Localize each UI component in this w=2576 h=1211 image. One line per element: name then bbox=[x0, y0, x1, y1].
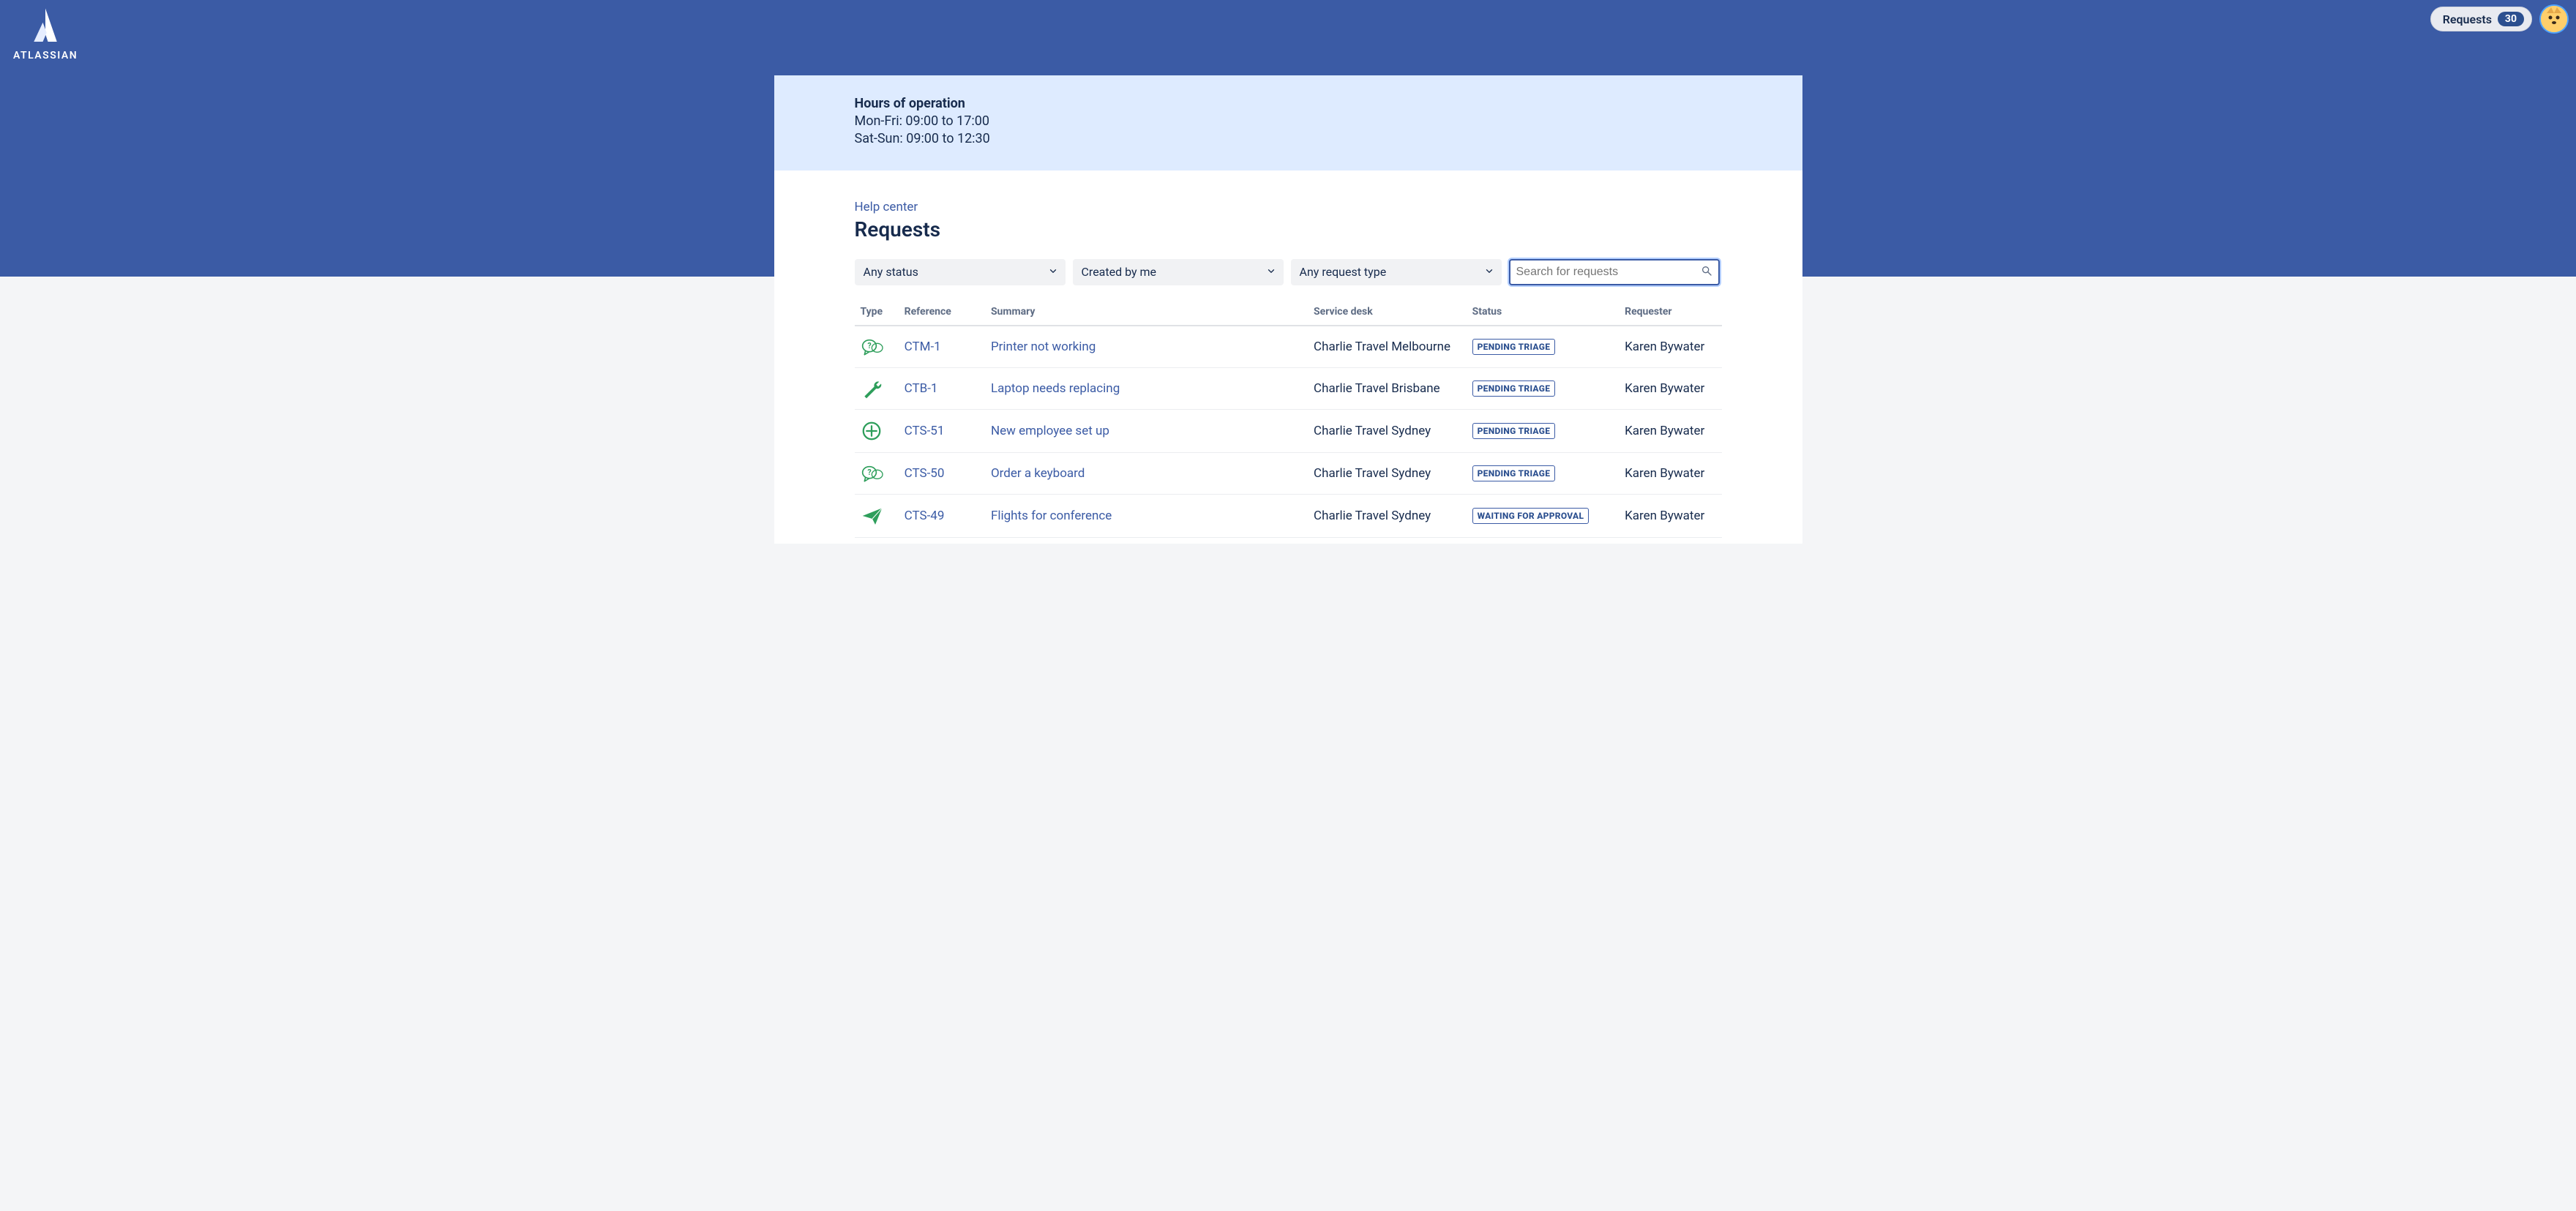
search-wrap bbox=[1509, 259, 1720, 285]
page-container: Hours of operation Mon-Fri: 09:00 to 17:… bbox=[774, 75, 1802, 544]
avatar-icon bbox=[2539, 4, 2569, 34]
service-desk-value: Charlie Travel Sydney bbox=[1314, 466, 1431, 481]
atlassian-logo-icon bbox=[24, 6, 67, 47]
hours-line-1: Mon-Fri: 09:00 to 17:00 bbox=[855, 113, 1722, 130]
status-lozenge: PENDING TRIAGE bbox=[1472, 465, 1556, 481]
service-desk-value: Charlie Travel Sydney bbox=[1314, 509, 1431, 523]
requester-value: Karen Bywater bbox=[1625, 381, 1704, 396]
summary-link[interactable]: Order a keyboard bbox=[991, 466, 1085, 481]
filter-request-type-value: Any request type bbox=[1300, 265, 1387, 279]
type-plus-icon bbox=[861, 420, 893, 442]
reference-link[interactable]: CTS-49 bbox=[905, 509, 945, 523]
status-lozenge: PENDING TRIAGE bbox=[1472, 339, 1556, 355]
filter-creator-select[interactable]: Created by me bbox=[1073, 259, 1284, 285]
table-row: ? CTS-50 Order a keyboard Charlie Travel Sy… bbox=[855, 452, 1722, 494]
table-row: CTS-51 New employee set up Charlie Travel … bbox=[855, 409, 1722, 452]
reference-link[interactable]: CTS-50 bbox=[905, 466, 945, 481]
requests-table: Type Reference Summary Service desk Stat… bbox=[855, 300, 1722, 538]
requester-value: Karen Bywater bbox=[1625, 466, 1704, 481]
filter-status-value: Any status bbox=[864, 265, 918, 279]
table-row: ? CTM-1 Printer not working Charlie Travel … bbox=[855, 326, 1722, 368]
reference-link[interactable]: CTS-51 bbox=[905, 424, 945, 438]
search-icon bbox=[1701, 265, 1712, 280]
brand-logo[interactable]: ATLASSIAN bbox=[13, 6, 78, 61]
svg-text:?: ? bbox=[867, 468, 871, 477]
summary-link[interactable]: Laptop needs replacing bbox=[991, 381, 1120, 396]
type-plane-icon bbox=[861, 505, 893, 527]
col-header-reference: Reference bbox=[899, 300, 985, 326]
hours-of-operation-panel: Hours of operation Mon-Fri: 09:00 to 17:… bbox=[774, 75, 1802, 170]
filter-status-select[interactable]: Any status bbox=[855, 259, 1066, 285]
chevron-down-icon bbox=[1484, 265, 1494, 279]
summary-link[interactable]: New employee set up bbox=[991, 424, 1109, 438]
table-row: CTB-1 Laptop needs replacing Charlie Trave… bbox=[855, 367, 1722, 409]
chevron-down-icon bbox=[1266, 265, 1276, 279]
header-right: Requests 30 bbox=[2430, 4, 2569, 34]
brand-name: ATLASSIAN bbox=[13, 50, 78, 61]
global-header: ATLASSIAN Requests 30 bbox=[0, 0, 2576, 75]
type-question-icon: ? bbox=[861, 463, 893, 484]
table-header-row: Type Reference Summary Service desk Stat… bbox=[855, 300, 1722, 326]
table-row: CTS-49 Flights for conference Charlie Trav… bbox=[855, 494, 1722, 537]
status-lozenge: PENDING TRIAGE bbox=[1472, 380, 1556, 397]
requests-count-badge: 30 bbox=[2498, 12, 2524, 26]
requester-value: Karen Bywater bbox=[1625, 509, 1704, 523]
summary-link[interactable]: Printer not working bbox=[991, 340, 1096, 354]
col-header-summary: Summary bbox=[985, 300, 1308, 326]
requester-value: Karen Bywater bbox=[1625, 424, 1704, 438]
user-avatar[interactable] bbox=[2539, 4, 2569, 34]
filter-creator-value: Created by me bbox=[1082, 265, 1157, 279]
service-desk-value: Charlie Travel Brisbane bbox=[1314, 381, 1440, 396]
service-desk-value: Charlie Travel Melbourne bbox=[1314, 340, 1450, 354]
requests-pill[interactable]: Requests 30 bbox=[2430, 7, 2532, 31]
requests-pill-label: Requests bbox=[2443, 12, 2492, 26]
page-title: Requests bbox=[855, 217, 1722, 241]
search-input[interactable] bbox=[1509, 259, 1720, 285]
filters-row: Any status Created by me Any request typ… bbox=[855, 259, 1722, 285]
service-desk-value: Charlie Travel Sydney bbox=[1314, 424, 1431, 438]
summary-link[interactable]: Flights for conference bbox=[991, 509, 1112, 523]
col-header-service-desk: Service desk bbox=[1308, 300, 1467, 326]
svg-text:?: ? bbox=[867, 341, 871, 350]
col-header-type: Type bbox=[855, 300, 899, 326]
type-wrench-icon bbox=[861, 378, 893, 399]
status-lozenge: PENDING TRIAGE bbox=[1472, 423, 1556, 439]
reference-link[interactable]: CTB-1 bbox=[905, 381, 938, 396]
status-lozenge: WAITING FOR APPROVAL bbox=[1472, 508, 1590, 524]
requester-value: Karen Bywater bbox=[1625, 340, 1704, 354]
type-question-icon: ? bbox=[861, 337, 893, 357]
col-header-status: Status bbox=[1467, 300, 1620, 326]
hours-line-2: Sat-Sun: 09:00 to 12:30 bbox=[855, 130, 1722, 148]
filter-request-type-select[interactable]: Any request type bbox=[1291, 259, 1502, 285]
hours-title: Hours of operation bbox=[855, 96, 1722, 111]
main-content: Help center Requests Any status Created … bbox=[774, 170, 1802, 538]
col-header-requester: Requester bbox=[1619, 300, 1721, 326]
breadcrumb-help-center[interactable]: Help center bbox=[855, 200, 918, 214]
chevron-down-icon bbox=[1048, 265, 1058, 279]
reference-link[interactable]: CTM-1 bbox=[905, 340, 941, 354]
